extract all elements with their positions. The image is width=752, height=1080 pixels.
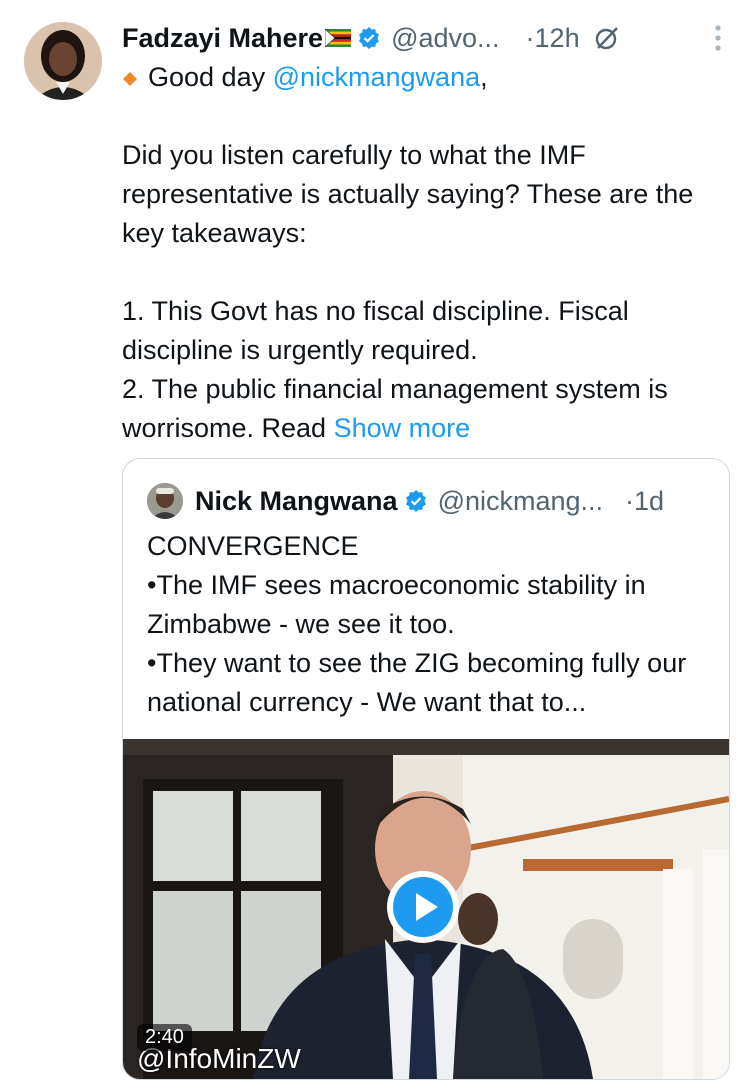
grok-icon[interactable] [592, 23, 622, 53]
quoted-line-3: •They want to see the ZIG becoming fully… [147, 648, 687, 717]
quoted-line-1: CONVERGENCE [147, 531, 359, 561]
quoted-tweet[interactable]: Nick Mangwana @nickmang... ·1d CONVERGEN… [122, 458, 730, 1080]
author-name[interactable]: Fadzayi Mahere [122, 23, 323, 54]
author-handle[interactable]: @advo... [391, 23, 499, 54]
greeting-line: Good day @nickmangwana, [122, 58, 722, 97]
greeting-comma: , [480, 62, 488, 92]
author-avatar[interactable] [24, 22, 102, 100]
verified-badge-icon [359, 27, 380, 49]
quoted-author-handle[interactable]: @nickmang... [438, 486, 603, 517]
greeting-text: Good day [148, 62, 273, 92]
paragraph-1: Did you listen carefully to what the IMF… [122, 140, 694, 248]
mention-link[interactable]: @nickmangwana [273, 62, 481, 92]
more-options-icon[interactable] [714, 24, 722, 52]
video-player[interactable]: @InfoMinZW 2:40 [123, 739, 729, 1079]
quoted-author-avatar[interactable] [147, 483, 183, 519]
tweet-time[interactable]: ·12h [526, 23, 580, 54]
quoted-line-2: •The IMF sees macroeconomic stability in… [147, 570, 646, 639]
tweet-header: Fadzayi Mahere @advo... ·12h [122, 18, 732, 58]
takeaway-2: 2. The public financial management syste… [122, 370, 722, 448]
play-icon[interactable] [385, 869, 461, 945]
quoted-tweet-text: CONVERGENCE •The IMF sees macroeconomic … [147, 527, 717, 722]
quoted-verified-badge-icon [405, 490, 426, 512]
quoted-tweet-time[interactable]: ·1d [625, 486, 664, 517]
quoted-tweet-header: Nick Mangwana @nickmang... ·1d [147, 481, 717, 521]
video-duration: 2:40 [137, 1024, 192, 1051]
takeaway-1: 1. This Govt has no fiscal discipline. F… [122, 296, 629, 365]
tweet-text: Good day @nickmangwana, Did you listen c… [122, 58, 722, 448]
zimbabwe-flag-icon [325, 29, 352, 47]
quoted-author-name[interactable]: Nick Mangwana [195, 486, 398, 517]
show-more-link[interactable]: Show more [334, 413, 471, 443]
orange-diamond-icon [123, 71, 137, 86]
